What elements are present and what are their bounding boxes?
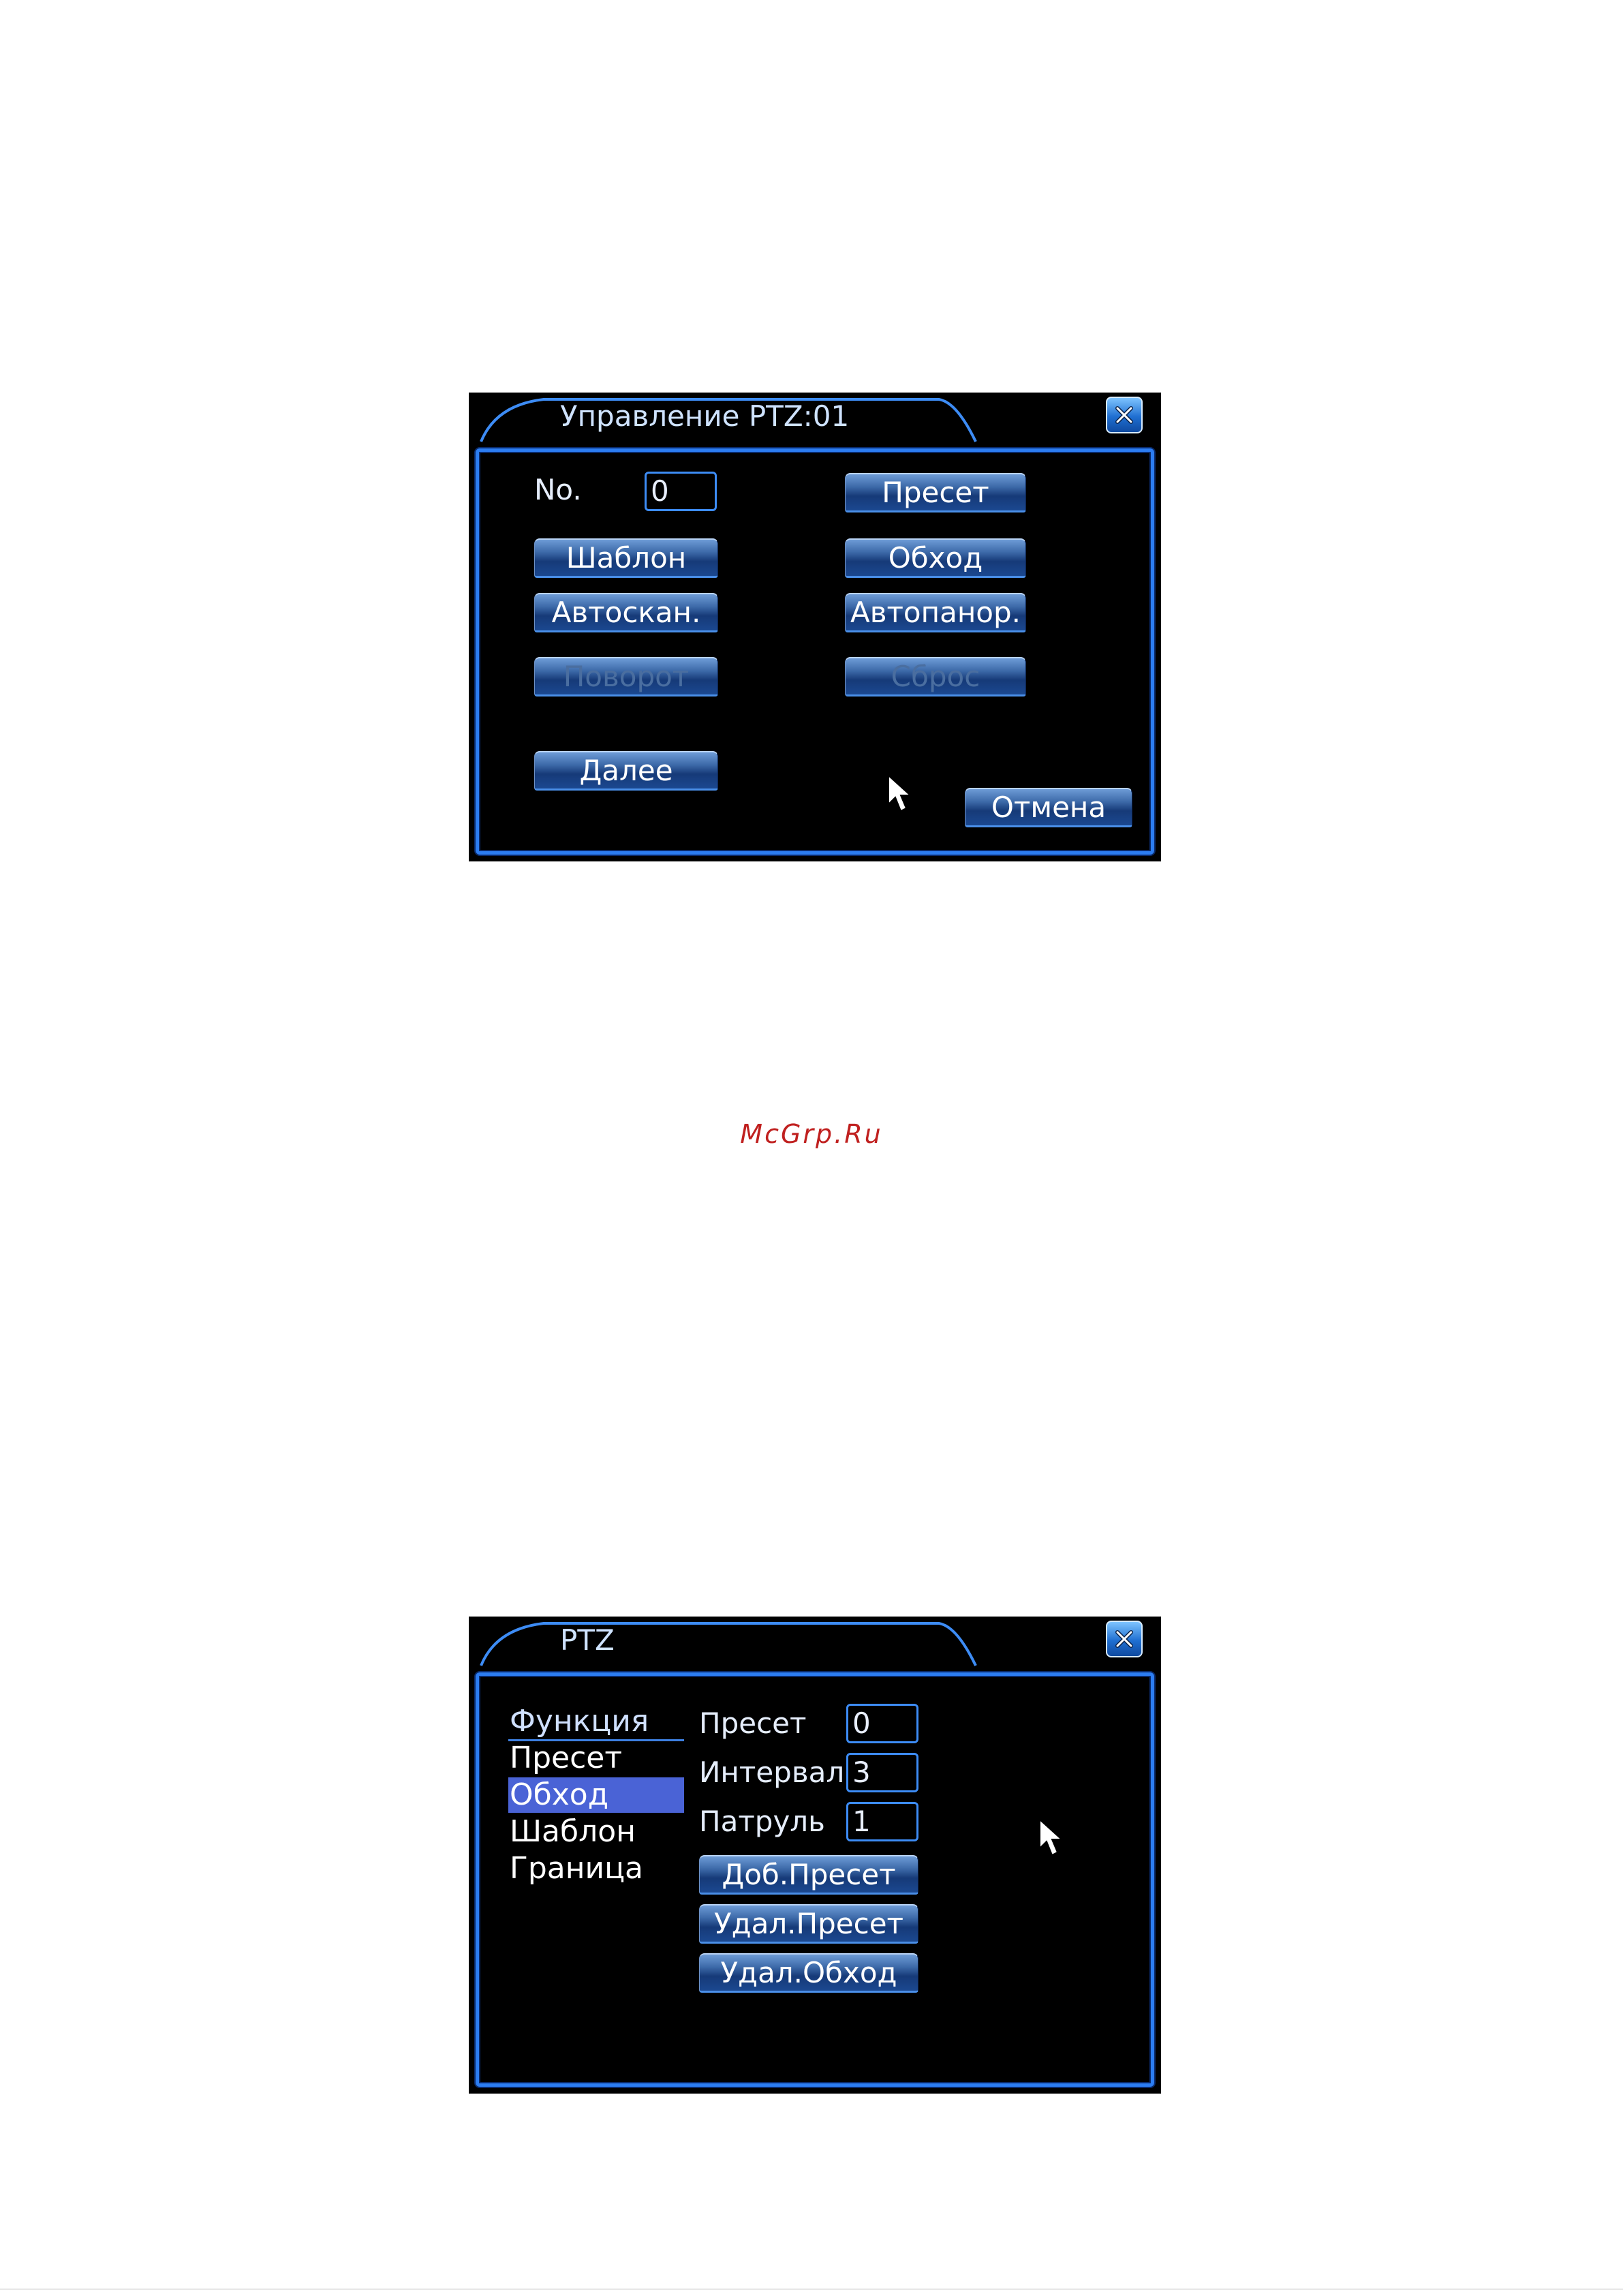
no-label: No. (534, 473, 582, 506)
interval-label: Интервал (699, 1756, 845, 1789)
dialog-title: Управление PTZ:01 (560, 399, 850, 433)
close-button[interactable] (1106, 397, 1143, 433)
page-bottom-line (0, 2289, 1623, 2290)
add-preset-button[interactable]: Доб.Пресет (699, 1855, 918, 1895)
mouse-cursor-icon (888, 774, 912, 812)
delete-preset-button[interactable]: Удал.Пресет (699, 1904, 918, 1944)
preset-label: Пресет (699, 1706, 807, 1740)
rotate-button[interactable]: Поворот (534, 657, 718, 697)
preset-button[interactable]: Пресет (845, 473, 1026, 512)
function-menu-header: Функция (510, 1704, 649, 1739)
menu-item-preset[interactable]: Пресет (510, 1743, 622, 1773)
ptz-control-dialog: Управление PTZ:01 No. 0 Пресет Шаблон Об… (469, 393, 1161, 861)
ptz-dialog: PTZ Функция Пресет Обход Шаблон Граница … (469, 1617, 1161, 2094)
close-icon (1115, 1630, 1133, 1648)
menu-item-template[interactable]: Шаблон (510, 1817, 636, 1847)
menu-item-border[interactable]: Граница (510, 1854, 643, 1884)
autoscan-button[interactable]: Автоскан. (534, 593, 718, 632)
preset-input[interactable]: 0 (846, 1704, 918, 1743)
menu-item-tour[interactable]: Обход (510, 1780, 608, 1810)
close-button[interactable] (1106, 1621, 1143, 1657)
tour-button[interactable]: Обход (845, 538, 1026, 578)
next-button[interactable]: Далее (534, 751, 718, 791)
close-icon (1115, 406, 1133, 424)
cancel-button[interactable]: Отмена (965, 788, 1132, 827)
dialog-title: PTZ (560, 1623, 615, 1657)
mouse-cursor-icon (1039, 1818, 1064, 1856)
no-input[interactable]: 0 (645, 472, 717, 511)
patrol-input[interactable]: 1 (846, 1802, 918, 1841)
delete-tour-button[interactable]: Удал.Обход (699, 1953, 918, 1993)
interval-input[interactable]: 3 (846, 1753, 918, 1792)
reset-button[interactable]: Сброс (845, 657, 1026, 697)
patrol-label: Патруль (699, 1805, 825, 1838)
template-button[interactable]: Шаблон (534, 538, 718, 578)
autopan-button[interactable]: Автопанор. (845, 593, 1026, 632)
watermark: McGrp.Ru (740, 1119, 883, 1149)
